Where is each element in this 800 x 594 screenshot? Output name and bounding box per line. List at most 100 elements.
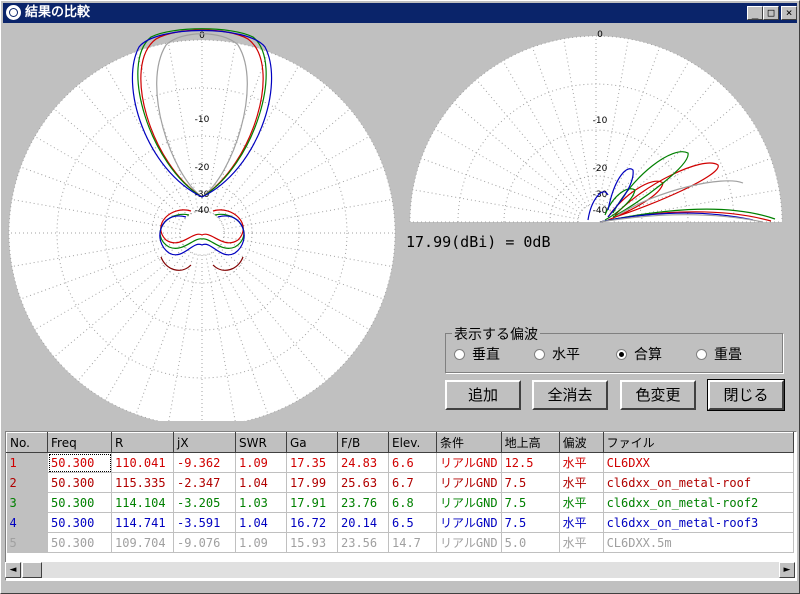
table-cell[interactable]: 17.91 (286, 492, 338, 513)
table-cell[interactable]: 17.99 (286, 472, 338, 493)
column-header[interactable]: 偏波 (558, 432, 604, 453)
table-cell[interactable]: 23.76 (337, 492, 389, 513)
table-cell[interactable]: 15.93 (286, 532, 338, 553)
table-cell[interactable]: 23.56 (337, 532, 389, 553)
row-number-cell[interactable]: 4 (6, 512, 48, 533)
table-cell[interactable]: 水平 (559, 492, 604, 513)
table-cell[interactable]: 109.704 (111, 532, 174, 553)
column-header[interactable]: 地上高 (500, 432, 560, 453)
radio-combined-label[interactable]: 合算 (634, 347, 662, 363)
table-row[interactable]: 1 50.300 110.041 -9.362 1.09 17.35 24.83 6.6 リアル… (6, 452, 794, 473)
table-cell[interactable]: 水平 (559, 532, 604, 553)
table-cell[interactable]: 6.8 (388, 492, 437, 513)
table-cell[interactable]: 25.63 (337, 472, 389, 493)
column-header[interactable]: F/B (337, 432, 389, 453)
table-cell[interactable]: 7.5 (501, 492, 560, 513)
table-cell[interactable]: リアルGND (436, 512, 502, 533)
table-cell[interactable]: 水平 (559, 512, 604, 533)
horizontal-scrollbar[interactable]: ◄ ► (5, 562, 795, 578)
table-cell[interactable]: 5.0 (501, 532, 560, 553)
table-cell[interactable]: リアルGND (436, 452, 502, 473)
table-cell[interactable]: cl6dxx_on_metal-roof (603, 472, 794, 493)
close-button[interactable]: 閉じる (707, 379, 785, 411)
table-cell[interactable]: 1.09 (235, 532, 287, 553)
table-cell[interactable]: 7.5 (501, 512, 560, 533)
table-cell[interactable]: 6.6 (388, 452, 437, 473)
table-cell[interactable]: 6.5 (388, 512, 437, 533)
table-cell[interactable]: 1.04 (235, 472, 287, 493)
add-button[interactable]: 追加 (445, 380, 521, 410)
close-window-button[interactable]: × (781, 6, 797, 20)
row-number-cell[interactable]: 2 (6, 472, 48, 493)
clear-all-button[interactable]: 全消去 (532, 380, 608, 410)
radio-vertical-indicator[interactable] (454, 348, 465, 360)
table-cell[interactable]: 水平 (559, 452, 604, 473)
table-cell[interactable]: 50.300 (47, 532, 112, 553)
radio-horizontal-label[interactable]: 水平 (552, 347, 580, 363)
table-row[interactable]: 3 50.300 114.104 -3.205 1.03 17.91 23.76 6.8 リアル… (6, 492, 794, 513)
table-cell[interactable]: 6.7 (388, 472, 437, 493)
table-cell[interactable]: cl6dxx_on_metal-roof2 (603, 492, 794, 513)
column-header[interactable]: 条件 (436, 432, 502, 453)
table-row[interactable]: 5 50.300 109.704 -9.076 1.09 15.93 23.56 14.7 リア… (6, 532, 794, 553)
table-cell[interactable]: 24.83 (337, 452, 389, 473)
table-cell[interactable]: -3.591 (173, 512, 236, 533)
column-header[interactable]: ファイル (602, 432, 794, 453)
scroll-right-button[interactable]: ► (779, 562, 795, 578)
table-row[interactable]: 4 50.300 114.741 -3.591 1.04 16.72 20.14 6.5 リアル… (6, 512, 794, 533)
row-number-cell[interactable]: 3 (6, 492, 48, 513)
radio-vertical-label[interactable]: 垂直 (472, 347, 500, 363)
table-cell[interactable]: 110.041 (111, 452, 174, 473)
table-cell[interactable]: -9.076 (173, 532, 236, 553)
table-cell[interactable]: リアルGND (436, 472, 502, 493)
table-cell[interactable]: 水平 (559, 472, 604, 493)
scroll-left-button[interactable]: ◄ (5, 562, 21, 578)
radio-overlay-label[interactable]: 重畳 (714, 347, 742, 363)
table-cell[interactable]: 114.104 (111, 492, 174, 513)
scroll-thumb[interactable] (22, 562, 42, 578)
table-cell[interactable]: 17.35 (286, 452, 338, 473)
table-row[interactable]: 2 50.300 115.335 -2.347 1.04 17.99 25.63 6.7 リアル… (6, 472, 794, 493)
table-cell[interactable]: 7.5 (501, 472, 560, 493)
table-cell[interactable]: 50.300 (47, 492, 112, 513)
results-table[interactable]: No. Freq RjX SWR Ga F/B Elev. 条件 地上高 偏波 ファイル 1 50.3… (5, 431, 797, 581)
radio-vertical[interactable]: 垂直 (454, 346, 500, 364)
table-cell[interactable]: 12.5 (501, 452, 560, 473)
column-header[interactable]: Elev. (388, 432, 437, 453)
column-header[interactable]: R (111, 432, 174, 453)
table-cell[interactable]: 1.09 (235, 452, 287, 473)
column-header[interactable]: jX (173, 432, 236, 453)
radio-combined[interactable]: 合算 (616, 346, 662, 364)
table-cell[interactable]: 115.335 (111, 472, 174, 493)
table-cell[interactable]: 50.300 (47, 512, 112, 533)
column-header[interactable]: SWR (235, 432, 287, 453)
radio-horizontal-indicator[interactable] (534, 348, 545, 360)
radio-horizontal[interactable]: 水平 (534, 346, 580, 364)
table-cell[interactable]: 1.04 (235, 512, 287, 533)
radio-overlay[interactable]: 重畳 (696, 346, 742, 364)
table-cell[interactable]: 50.300 (47, 472, 112, 493)
row-number-cell[interactable]: 5 (6, 532, 48, 553)
table-cell[interactable]: -3.205 (173, 492, 236, 513)
table-cell[interactable]: 1.03 (235, 492, 287, 513)
table-cell[interactable]: 50.300 (47, 452, 112, 473)
table-cell[interactable]: 20.14 (337, 512, 389, 533)
radio-overlay-indicator[interactable] (696, 348, 707, 360)
table-cell[interactable]: 114.741 (111, 512, 174, 533)
table-cell[interactable]: cl6dxx_on_metal-roof3 (603, 512, 794, 533)
table-cell[interactable]: -9.362 (173, 452, 236, 473)
change-color-button[interactable]: 色変更 (620, 380, 696, 410)
table-cell[interactable]: 14.7 (388, 532, 437, 553)
table-cell[interactable]: リアルGND (436, 532, 502, 553)
radio-combined-indicator[interactable] (616, 348, 627, 360)
table-cell[interactable]: リアルGND (436, 492, 502, 513)
column-header[interactable]: Ga (286, 432, 338, 453)
minimize-button[interactable]: _ (747, 6, 763, 20)
title-bar[interactable]: 結果の比較 _ □ × (3, 3, 797, 23)
row-number-cell[interactable]: 1 (6, 452, 48, 473)
table-cell[interactable]: -2.347 (173, 472, 236, 493)
table-cell[interactable]: 16.72 (286, 512, 338, 533)
table-cell[interactable]: CL6DXX.5m (603, 532, 794, 553)
column-header[interactable]: No. (6, 432, 48, 453)
table-cell[interactable]: CL6DXX (603, 452, 794, 473)
